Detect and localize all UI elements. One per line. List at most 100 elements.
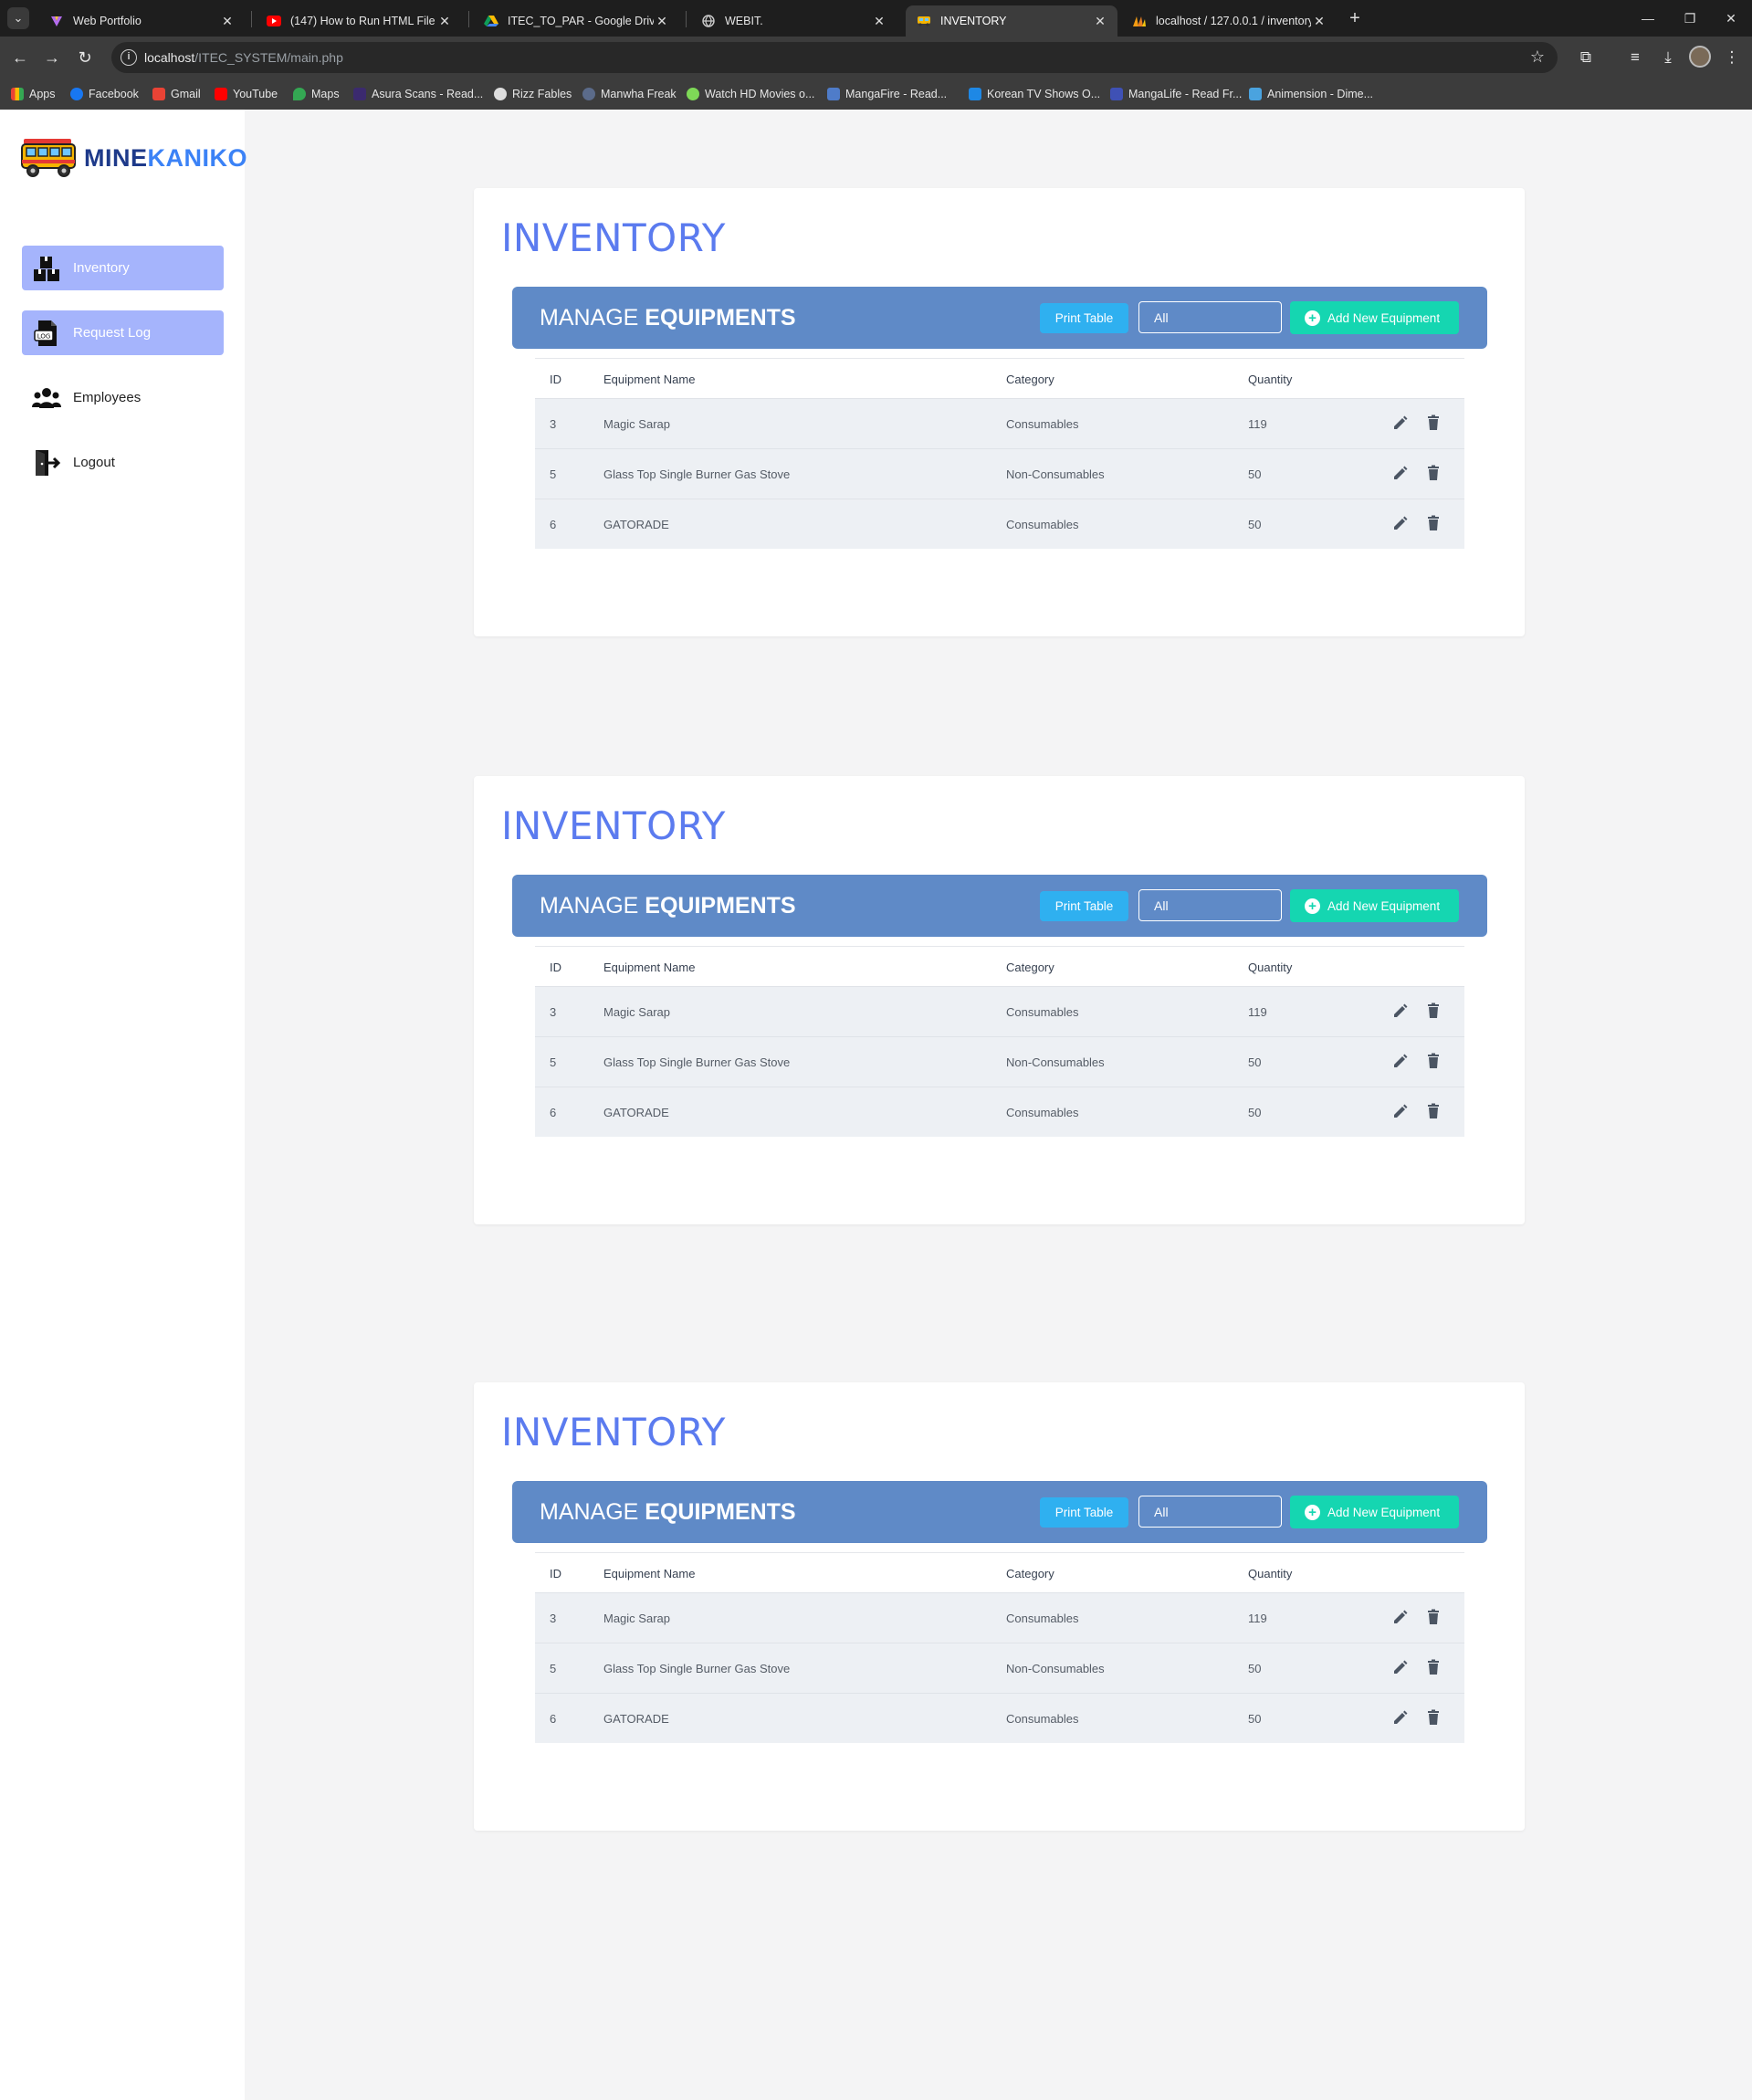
- print-table-button[interactable]: Print Table: [1040, 891, 1128, 921]
- close-tab-icon[interactable]: ✕: [871, 14, 887, 29]
- cell-quantity: 119: [1248, 417, 1267, 431]
- bookmark-watch-hd[interactable]: Watch HD Movies o...: [687, 86, 814, 102]
- tab-youtube[interactable]: (147) How to Run HTML File in ✕: [256, 5, 462, 37]
- download-icon[interactable]: ⤓: [1656, 46, 1680, 69]
- sidebar-item-request-log[interactable]: LOG Request Log: [22, 310, 224, 355]
- add-equipment-button[interactable]: + Add New Equipment: [1290, 1496, 1459, 1528]
- address-bar[interactable]: i localhost/ITEC_SYSTEM/main.php ☆: [111, 42, 1558, 73]
- bookmark-rizz-fables[interactable]: Rizz Fables: [494, 86, 572, 102]
- bookmark-apps[interactable]: Apps: [11, 86, 56, 102]
- delete-trash-icon[interactable]: [1424, 414, 1443, 432]
- tab-title: ITEC_TO_PAR - Google Drive: [508, 15, 654, 27]
- bookmark-gmail[interactable]: Gmail: [152, 86, 201, 102]
- column-header: ID: [550, 373, 561, 386]
- cell-name: Magic Sarap: [603, 417, 670, 431]
- delete-trash-icon[interactable]: [1424, 1708, 1443, 1727]
- delete-trash-icon[interactable]: [1424, 1608, 1443, 1626]
- new-tab-button[interactable]: +: [1344, 7, 1366, 29]
- cell-name: Magic Sarap: [603, 1612, 670, 1625]
- url-text[interactable]: localhost/ITEC_SYSTEM/main.php: [144, 50, 343, 65]
- cell-id: 6: [550, 1712, 557, 1726]
- bookmark-star-icon[interactable]: ☆: [1530, 47, 1545, 67]
- minimize-icon[interactable]: —: [1627, 5, 1669, 31]
- category-filter-select[interactable]: All: [1138, 1496, 1282, 1528]
- phpmyadmin-icon: [1132, 14, 1147, 28]
- close-tab-icon[interactable]: ✕: [1311, 14, 1327, 29]
- add-equipment-button[interactable]: + Add New Equipment: [1290, 301, 1459, 334]
- cell-category: Consumables: [1006, 518, 1079, 531]
- tab-web-portfolio[interactable]: Web Portfolio ✕: [38, 5, 245, 37]
- tab-title: INVENTORY: [940, 15, 1007, 27]
- cell-id: 3: [550, 1612, 557, 1625]
- tab-google-drive[interactable]: ITEC_TO_PAR - Google Drive ✕: [473, 5, 679, 37]
- bookmark-mangalife[interactable]: MangaLife - Read Fr...: [1110, 86, 1242, 102]
- sidebar-item-logout[interactable]: Logout: [22, 440, 224, 485]
- table-row: 6 GATORADE Consumables 50: [535, 1693, 1464, 1743]
- bookmark-mangafire[interactable]: MangaFire - Read...: [827, 86, 947, 102]
- delete-trash-icon[interactable]: [1424, 1102, 1443, 1120]
- delete-trash-icon[interactable]: [1424, 1658, 1443, 1676]
- logout-icon: [31, 448, 62, 478]
- tab-webit[interactable]: WEBIT. ✕: [690, 5, 897, 37]
- bookmark-animension[interactable]: Animension - Dime...: [1249, 86, 1373, 102]
- inventory-card: INVENTORY MANAGE EQUIPMENTS Print Table …: [474, 776, 1525, 1224]
- page-title: INVENTORY: [501, 215, 726, 260]
- cell-id: 3: [550, 1005, 557, 1019]
- sidebar-item-inventory[interactable]: Inventory: [22, 246, 224, 290]
- reload-icon[interactable]: ↻: [73, 46, 97, 69]
- add-equipment-button[interactable]: + Add New Equipment: [1290, 889, 1459, 922]
- menu-kebab-icon[interactable]: ⋮: [1720, 46, 1744, 69]
- edit-pencil-icon[interactable]: [1391, 414, 1410, 432]
- edit-pencil-icon[interactable]: [1391, 1102, 1410, 1120]
- edit-pencil-icon[interactable]: [1391, 1002, 1410, 1020]
- bookmarks-bar: Apps Facebook Gmail YouTube Maps Asura S…: [0, 79, 1752, 110]
- extensions-icon[interactable]: ⧉: [1574, 46, 1598, 69]
- bookmark-facebook[interactable]: Facebook: [70, 86, 139, 102]
- site-info-icon[interactable]: i: [121, 49, 137, 66]
- edit-pencil-icon[interactable]: [1391, 514, 1410, 532]
- edit-pencil-icon[interactable]: [1391, 1608, 1410, 1626]
- asura-icon: [353, 88, 366, 100]
- tab-search-button[interactable]: ⌄: [7, 7, 29, 29]
- column-header: Category: [1006, 961, 1054, 974]
- reading-list-icon[interactable]: ≡: [1623, 46, 1647, 69]
- restore-icon[interactable]: ❐: [1669, 5, 1711, 31]
- close-tab-icon[interactable]: ✕: [219, 14, 236, 29]
- table-header: ID Equipment Name Category Quantity: [535, 358, 1464, 398]
- edit-pencil-icon[interactable]: [1391, 1052, 1410, 1070]
- close-tab-icon[interactable]: ✕: [654, 14, 670, 29]
- forward-arrow-icon[interactable]: →: [40, 46, 64, 69]
- column-header: ID: [550, 961, 561, 974]
- tab-phpmyadmin[interactable]: localhost / 127.0.0.1 / inventory ✕: [1121, 5, 1337, 37]
- edit-pencil-icon[interactable]: [1391, 464, 1410, 482]
- delete-trash-icon[interactable]: [1424, 514, 1443, 532]
- print-table-button[interactable]: Print Table: [1040, 1497, 1128, 1528]
- bookmark-korean-tv[interactable]: Korean TV Shows O...: [969, 86, 1100, 102]
- delete-trash-icon[interactable]: [1424, 1052, 1443, 1070]
- category-filter-select[interactable]: All: [1138, 301, 1282, 333]
- delete-trash-icon[interactable]: [1424, 1002, 1443, 1020]
- brand-logo[interactable]: MINEKANIKO: [20, 137, 247, 179]
- bookmark-maps[interactable]: Maps: [293, 86, 340, 102]
- sidebar-item-label: Request Log: [73, 325, 152, 341]
- print-table-button[interactable]: Print Table: [1040, 303, 1128, 333]
- category-filter-select[interactable]: All: [1138, 889, 1282, 921]
- column-header: ID: [550, 1567, 561, 1580]
- back-arrow-icon[interactable]: ←: [8, 46, 32, 69]
- close-tab-icon[interactable]: ✕: [1092, 14, 1108, 29]
- bookmark-asura-scans[interactable]: Asura Scans - Read...: [353, 86, 483, 102]
- cell-quantity: 119: [1248, 1612, 1267, 1625]
- sidebar-item-employees[interactable]: Employees: [22, 375, 224, 420]
- edit-pencil-icon[interactable]: [1391, 1708, 1410, 1727]
- close-tab-icon[interactable]: ✕: [436, 14, 453, 29]
- table-row: 6 GATORADE Consumables 50: [535, 499, 1464, 549]
- cell-quantity: 50: [1248, 1662, 1262, 1675]
- delete-trash-icon[interactable]: [1424, 464, 1443, 482]
- bookmark-manwha-freak[interactable]: Manwha Freak: [582, 86, 677, 102]
- bookmark-youtube[interactable]: YouTube: [215, 86, 278, 102]
- close-window-icon[interactable]: ✕: [1710, 5, 1752, 31]
- profile-avatar[interactable]: [1689, 46, 1711, 68]
- column-header: Equipment Name: [603, 961, 696, 974]
- edit-pencil-icon[interactable]: [1391, 1658, 1410, 1676]
- tab-inventory-active[interactable]: INVENTORY ✕: [906, 5, 1117, 37]
